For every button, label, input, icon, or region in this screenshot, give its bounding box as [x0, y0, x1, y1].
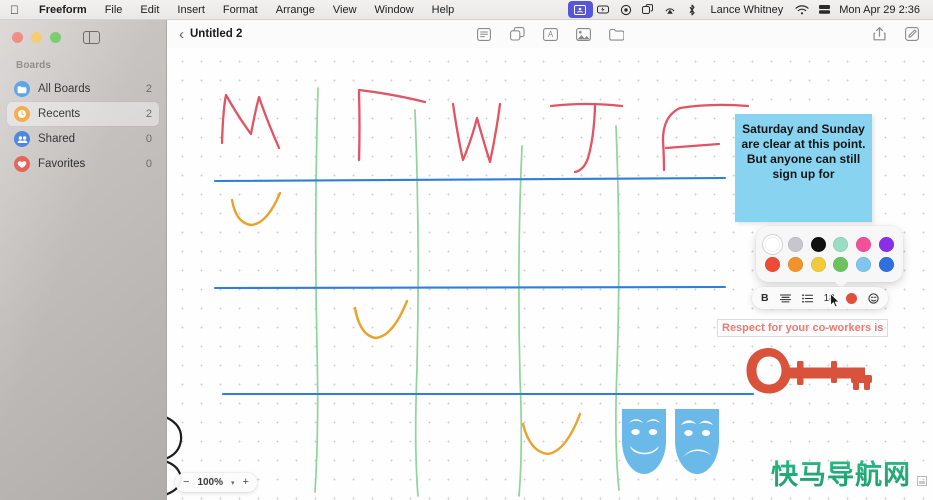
color-swatch-green[interactable] — [833, 256, 849, 272]
menubar-status-area: Lance Whitney Mon Apr 29 2:36 — [567, 1, 933, 18]
color-swatch-purple[interactable] — [878, 236, 894, 252]
sidebar-item-count: 0 — [145, 133, 152, 145]
spotlight-icon[interactable] — [813, 1, 835, 18]
airplay-icon[interactable] — [659, 1, 681, 18]
window-controls — [0, 20, 166, 44]
menu-item-format[interactable]: Format — [214, 4, 267, 16]
svg-text:A: A — [547, 30, 553, 39]
insert-file-icon[interactable] — [608, 27, 624, 41]
sidebar-item-label: Recents — [38, 108, 81, 120]
horizontal-lines — [213, 176, 755, 396]
minimap-icon[interactable] — [917, 476, 927, 486]
theater-masks-shape[interactable] — [615, 406, 727, 478]
screen-share-icon[interactable] — [567, 1, 593, 18]
sidebar-item-all-boards[interactable]: All Boards 2 — [7, 77, 159, 101]
color-swatch-black[interactable] — [810, 236, 826, 252]
sidebar-item-label: Shared — [38, 133, 76, 145]
color-swatch-row-2 — [765, 256, 894, 272]
toolbar-right-tools — [872, 27, 923, 41]
color-swatch-yellow[interactable] — [810, 256, 826, 272]
page-title: Untitled 2 — [190, 28, 243, 40]
mouse-cursor — [830, 293, 840, 308]
share-icon[interactable] — [872, 27, 887, 41]
menu-item-view[interactable]: View — [324, 4, 366, 16]
sidebar-item-count: 0 — [145, 158, 152, 170]
menu-item-window[interactable]: Window — [366, 4, 423, 16]
color-swatch-mint[interactable] — [833, 236, 849, 252]
sidebar-section-title: Boards — [16, 60, 52, 71]
color-swatch-white[interactable] — [765, 236, 780, 252]
sidebar-toggle-icon[interactable] — [83, 31, 100, 44]
sidebar-item-recents[interactable]: Recents 2 — [7, 102, 159, 126]
sidebar: Boards All Boards 2 Recents 2 Shared 0 F… — [0, 20, 167, 500]
wifi-icon[interactable] — [791, 1, 813, 18]
key-shape[interactable] — [745, 346, 873, 396]
shapes-icon[interactable] — [509, 27, 525, 41]
menubar-user-name[interactable]: Lance Whitney — [703, 4, 792, 16]
zoom-control[interactable]: − 100% ▾ + — [175, 473, 257, 492]
media-icon[interactable] — [575, 27, 591, 41]
menu-item-help[interactable]: Help — [423, 4, 464, 16]
apple-menu-icon[interactable]:  — [10, 4, 19, 16]
color-swatch-red[interactable] — [765, 256, 780, 272]
main-area: ‹ Untitled 2 A Saturday and Sunday are c… — [167, 20, 933, 500]
battery-icon[interactable] — [593, 1, 615, 18]
color-swatch-orange[interactable] — [787, 256, 803, 272]
sticky-note-icon[interactable] — [477, 27, 492, 41]
zoom-in-button[interactable]: + — [243, 477, 249, 488]
close-button[interactable] — [12, 32, 23, 43]
color-swatch-pink[interactable] — [856, 236, 872, 252]
text-box-icon[interactable]: A — [542, 27, 558, 41]
maximize-button[interactable] — [50, 32, 61, 43]
color-picker-popover[interactable] — [756, 226, 903, 288]
sidebar-item-count: 2 — [145, 83, 152, 95]
sidebar-item-favorites[interactable]: Favorites 0 — [7, 152, 159, 176]
menubar-clock[interactable]: Mon Apr 29 2:36 — [835, 4, 927, 16]
control-center-icon[interactable] — [637, 1, 659, 18]
color-swatch-light-blue[interactable] — [856, 256, 872, 272]
menu-item-freeform[interactable]: Freeform — [30, 4, 96, 16]
sticky-note-text: Saturday and Sunday are clear at this po… — [741, 122, 866, 182]
color-swatch-gray[interactable] — [787, 236, 803, 252]
bullet-list-icon[interactable] — [801, 293, 813, 303]
sidebar-item-count: 2 — [145, 108, 152, 120]
emoji-icon[interactable] — [868, 292, 879, 304]
compose-icon[interactable] — [904, 27, 919, 41]
back-chevron-icon[interactable]: ‹ — [177, 27, 190, 42]
zoom-level-value[interactable]: 100% — [197, 477, 223, 488]
menu-item-file[interactable]: File — [96, 4, 132, 16]
favorites-heart-icon — [14, 156, 30, 172]
recents-clock-icon — [14, 106, 30, 122]
zoom-out-button[interactable]: − — [183, 477, 189, 488]
text-color-swatch[interactable] — [845, 292, 857, 304]
handwritten-letters — [220, 88, 750, 174]
orange-curves — [230, 191, 582, 456]
document-toolbar: ‹ Untitled 2 A — [167, 20, 933, 48]
siri-icon[interactable] — [615, 1, 637, 18]
red-text-object[interactable]: Respect for your co-workers is — [718, 320, 888, 336]
sidebar-item-label: All Boards — [38, 83, 91, 95]
color-swatch-row-1 — [765, 236, 894, 252]
align-center-icon[interactable] — [779, 293, 791, 303]
bluetooth-icon[interactable] — [681, 1, 703, 18]
color-swatch-blue[interactable] — [878, 256, 894, 272]
freeform-canvas[interactable]: Saturday and Sunday are clear at this po… — [167, 48, 933, 500]
watermark-text: 快马导航网 — [771, 453, 911, 492]
sticky-note[interactable]: Saturday and Sunday are clear at this po… — [735, 114, 872, 222]
bold-button[interactable]: B — [761, 292, 769, 304]
shared-people-icon — [14, 131, 30, 147]
menu-item-edit[interactable]: Edit — [131, 4, 168, 16]
menu-bar:  Freeform File Edit Insert Format Arran… — [0, 0, 933, 20]
all-boards-icon — [14, 81, 30, 97]
chevron-down-icon[interactable]: ▾ — [231, 479, 235, 487]
text-format-bar[interactable]: B 18 — [752, 287, 888, 309]
toolbar-insert-tools: A — [167, 27, 933, 41]
menu-item-arrange[interactable]: Arrange — [267, 4, 324, 16]
minimize-button[interactable] — [31, 32, 42, 43]
sidebar-item-label: Favorites — [38, 158, 86, 170]
menu-item-insert[interactable]: Insert — [168, 4, 214, 16]
sidebar-item-shared[interactable]: Shared 0 — [7, 127, 159, 151]
app-window: Boards All Boards 2 Recents 2 Shared 0 F… — [0, 20, 933, 500]
